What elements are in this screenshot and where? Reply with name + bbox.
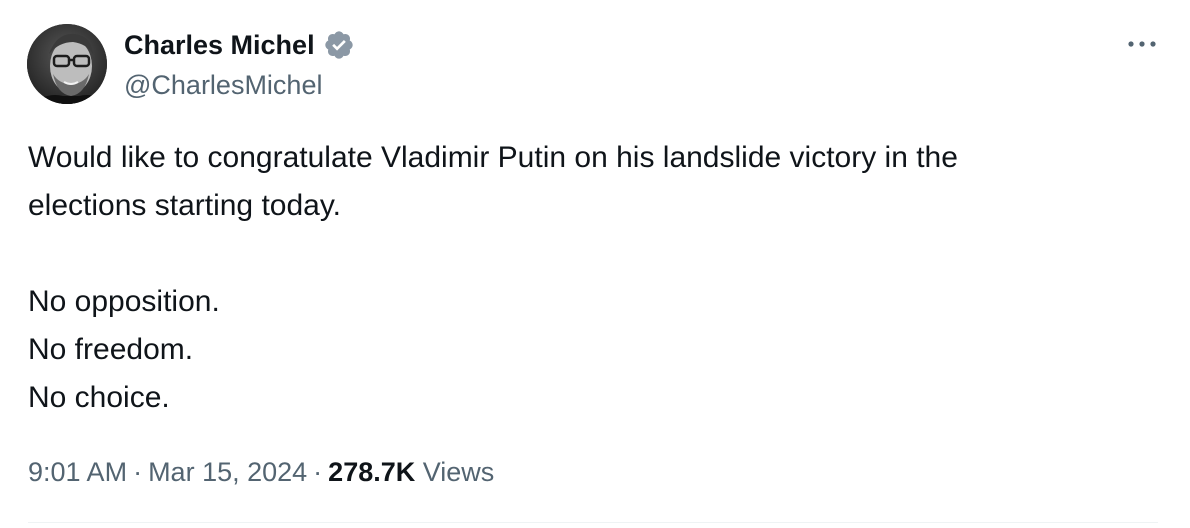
verified-badge-icon[interactable]: [323, 29, 355, 61]
meta-separator: ·: [133, 457, 143, 487]
meta-separator: ·: [313, 457, 323, 487]
views-link[interactable]: 278.7K Views: [328, 457, 494, 487]
name-row: Charles Michel: [124, 26, 355, 64]
avatar[interactable]: [27, 24, 107, 104]
tweet-line: No opposition.: [28, 285, 220, 318]
tweet-meta: 9:01 AM · Mar 15, 2024 · 278.7K Views: [28, 452, 494, 492]
views-label: Views: [422, 457, 495, 487]
tweet-line: No freedom.: [28, 333, 194, 366]
tweet-header: Charles Michel @CharlesMichel: [124, 26, 355, 104]
tweet-time: 9:01 AM: [28, 457, 128, 487]
tweet-line: No choice.: [28, 381, 170, 414]
views-count: 278.7K: [328, 457, 416, 487]
more-horizontal-icon: [1128, 41, 1156, 47]
tweet-card: Charles Michel @CharlesMichel Would like…: [0, 0, 1190, 528]
tweet-line-blank: [28, 230, 1158, 278]
tweet-text: Would like to congratulate Vladimir Puti…: [28, 134, 1158, 422]
more-options-button[interactable]: [1122, 30, 1162, 58]
tweet-timestamp-link[interactable]: 9:01 AM · Mar 15, 2024: [28, 457, 307, 487]
tweet-line: elections starting today.: [28, 189, 341, 222]
tweet-date: Mar 15, 2024: [148, 457, 308, 487]
divider: [28, 522, 1158, 523]
tweet-line: Would like to congratulate Vladimir Puti…: [28, 141, 958, 174]
author-display-name[interactable]: Charles Michel: [124, 26, 315, 64]
author-handle[interactable]: @CharlesMichel: [124, 66, 355, 104]
avatar-image: [27, 24, 107, 104]
